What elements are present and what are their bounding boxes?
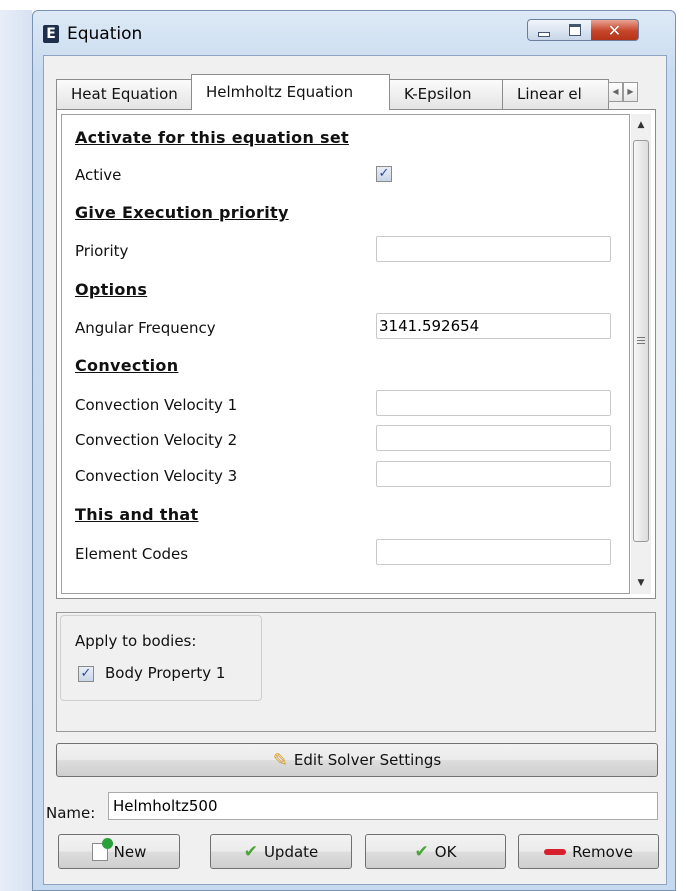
body-property-1-label: Body Property 1 <box>105 664 226 682</box>
close-button[interactable]: ✕ <box>591 19 639 41</box>
priority-label: Priority <box>75 242 129 260</box>
section-convection: Convection <box>75 356 179 375</box>
section-priority: Give Execution priority <box>75 203 289 222</box>
bodies-group: Apply to bodies: ✓ Body Property 1 <box>60 615 262 701</box>
maximize-button[interactable] <box>559 19 592 41</box>
update-button[interactable]: ✔ Update <box>210 834 352 869</box>
convection-velocity-1-input[interactable] <box>376 390 611 416</box>
convection-velocity-3-input[interactable] <box>376 461 611 487</box>
angular-frequency-input[interactable] <box>376 313 611 339</box>
apply-to-bodies-label: Apply to bodies: <box>75 632 197 650</box>
tab-helmholtz-equation[interactable]: Helmholtz Equation <box>191 74 390 110</box>
check-icon: ✔ <box>243 841 258 862</box>
tab-k-epsilon[interactable]: K-Epsilon <box>389 79 503 109</box>
tab-scroll-left-icon[interactable]: ◀ <box>608 82 623 102</box>
form-scroll-area: Activate for this equation set Active ✓ … <box>61 114 630 594</box>
convection-velocity-2-input[interactable] <box>376 425 611 451</box>
scroll-up-icon[interactable]: ▲ <box>631 116 651 134</box>
edit-solver-settings-button[interactable]: ✎ Edit Solver Settings <box>56 743 658 777</box>
remove-button-label: Remove <box>572 842 633 861</box>
tab-linear-elasticity[interactable]: Linear el <box>502 79 609 109</box>
app-icon: E <box>43 25 59 43</box>
active-label: Active <box>75 166 122 184</box>
section-this-and-that: This and that <box>75 505 199 524</box>
new-button[interactable]: New <box>58 834 180 869</box>
convection-velocity-1-label: Convection Velocity 1 <box>75 396 238 414</box>
section-options: Options <box>75 280 148 299</box>
tab-panel: Activate for this equation set Active ✓ … <box>56 109 656 599</box>
maximize-icon <box>569 24 581 36</box>
element-codes-label: Element Codes <box>75 545 189 563</box>
scroll-down-icon[interactable]: ▼ <box>631 574 651 592</box>
convection-velocity-3-label: Convection Velocity 3 <box>75 467 238 485</box>
ok-button[interactable]: ✔ OK <box>365 834 506 869</box>
update-button-label: Update <box>263 842 319 861</box>
new-document-icon <box>91 837 113 861</box>
minimize-icon <box>537 31 550 37</box>
equation-window: E Equation ✕ Heat Equation Helmholtz Equ… <box>32 10 676 891</box>
element-codes-input[interactable] <box>376 539 611 565</box>
tab-heat-equation[interactable]: Heat Equation <box>56 79 192 109</box>
scroll-thumb[interactable] <box>633 140 649 542</box>
title-bar[interactable]: E Equation ✕ <box>33 11 675 55</box>
remove-icon <box>544 848 567 855</box>
priority-input[interactable] <box>376 236 611 262</box>
client-area: Heat Equation Helmholtz Equation K-Epsil… <box>43 55 667 885</box>
vertical-scrollbar[interactable]: ▲ ▼ <box>631 114 651 594</box>
wand-icon: ✎ <box>272 749 288 771</box>
new-button-label: New <box>113 842 147 861</box>
close-icon: ✕ <box>607 20 622 40</box>
check-icon: ✔ <box>414 841 429 862</box>
tab-bar: Heat Equation Helmholtz Equation K-Epsil… <box>56 74 656 110</box>
active-checkbox[interactable]: ✓ <box>376 166 392 182</box>
ok-button-label: OK <box>434 842 457 861</box>
section-activate: Activate for this equation set <box>75 128 349 147</box>
name-label: Name: <box>46 804 96 822</box>
edit-solver-settings-label: Edit Solver Settings <box>293 751 442 769</box>
desktop-background <box>0 10 32 891</box>
angular-frequency-label: Angular Frequency <box>75 319 216 337</box>
remove-button[interactable]: Remove <box>518 834 659 869</box>
convection-velocity-2-label: Convection Velocity 2 <box>75 431 238 449</box>
tab-scroll-right-icon[interactable]: ▶ <box>623 82 638 102</box>
body-property-1-checkbox[interactable]: ✓ <box>78 666 94 682</box>
name-input[interactable] <box>108 792 658 820</box>
window-title: Equation <box>67 24 143 44</box>
minimize-button[interactable] <box>527 19 560 41</box>
bodies-panel: Apply to bodies: ✓ Body Property 1 <box>56 612 656 732</box>
